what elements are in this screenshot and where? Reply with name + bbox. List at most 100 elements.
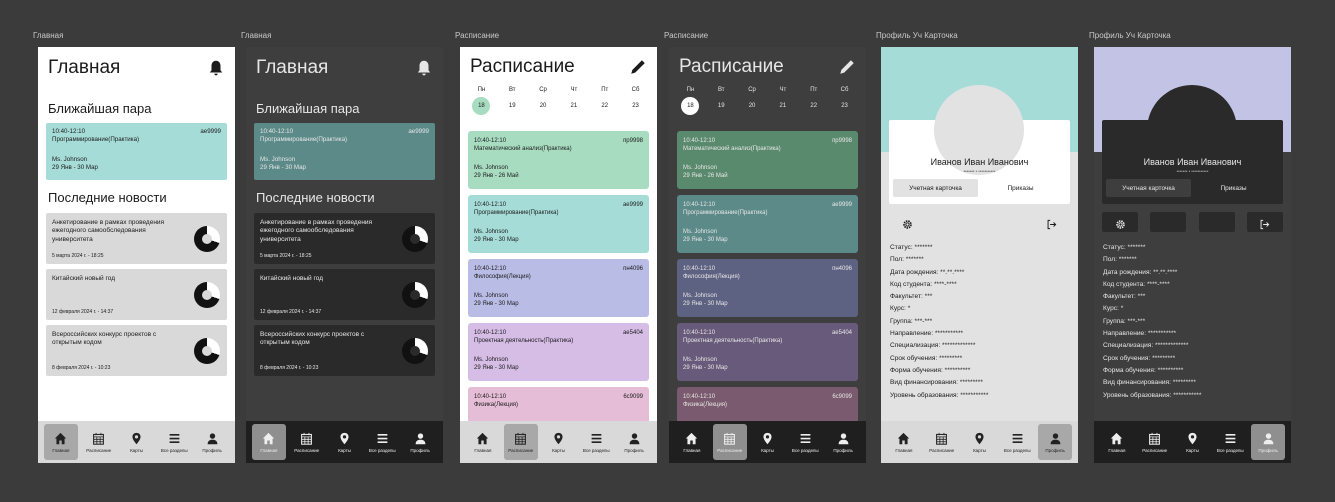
nav-schedule[interactable]: Расписание xyxy=(290,424,324,460)
section-title: Последние новости xyxy=(48,190,167,205)
nav-schedule[interactable]: Расписание xyxy=(712,424,747,460)
day-5[interactable]: Сб 23 xyxy=(834,87,856,115)
news-date: 8 февраля 2024 г. - 10:23 xyxy=(260,365,319,371)
news-date: 8 февраля 2024 г. - 10:23 xyxy=(52,365,111,371)
nav-profile[interactable]: Профиль xyxy=(1038,424,1073,460)
logout-button[interactable] xyxy=(1246,212,1283,232)
profile-screen-light: Иванов Иван Иванович ******* * **********… xyxy=(881,47,1078,463)
day-3[interactable]: Чт 21 xyxy=(772,87,794,115)
settings-button[interactable] xyxy=(1102,212,1138,232)
logout-button[interactable] xyxy=(1033,212,1070,232)
class-card[interactable]: 10:40-12:10 пн4096 Философия(Лекция) Ms. Jo… xyxy=(677,259,858,317)
nav-all-sections[interactable]: Все разделы xyxy=(788,424,822,460)
nav-label: Главная xyxy=(895,447,913,453)
class-card[interactable]: 10:40-12:10 пр9998 Математический анализ(П… xyxy=(468,131,649,189)
action-button[interactable] xyxy=(985,212,1022,232)
day-3[interactable]: Чт 21 xyxy=(563,87,585,115)
nav-schedule[interactable]: Расписание xyxy=(82,424,116,460)
nav-home[interactable]: Главная xyxy=(43,424,78,460)
nav-profile[interactable]: Профиль xyxy=(826,424,860,460)
tab-card[interactable]: Учетная карточка xyxy=(1106,179,1191,197)
action-button[interactable] xyxy=(937,212,974,232)
nav-all-sections[interactable]: Все разделы xyxy=(1000,424,1034,460)
day-4[interactable]: Пт 22 xyxy=(803,87,825,115)
class-card[interactable]: 10:40-12:10 пр9998 Математический анализ(П… xyxy=(677,131,858,189)
class-card[interactable]: 10:40-12:10 ae9999 Программирование(Практи… xyxy=(677,195,858,253)
nav-maps[interactable]: Карты xyxy=(119,424,153,460)
notifications-button[interactable] xyxy=(415,59,433,77)
edit-button[interactable] xyxy=(838,58,856,76)
nav-all-sections[interactable]: Все разделы xyxy=(157,424,191,460)
notifications-button[interactable] xyxy=(207,59,225,77)
nav-home[interactable]: Главная xyxy=(675,424,709,460)
nearest-class-card[interactable]: 10:40-12:10 ae9999 Программирование(Практи… xyxy=(254,123,435,180)
nav-profile[interactable]: Профиль xyxy=(403,424,437,460)
day-1[interactable]: Вт 19 xyxy=(501,87,523,115)
nav-schedule[interactable]: Расписание xyxy=(925,424,959,460)
day-name: Вт xyxy=(508,87,516,93)
tab-orders[interactable]: Приказы xyxy=(978,179,1063,197)
nav-maps[interactable]: Карты xyxy=(1175,424,1209,460)
news-image xyxy=(402,338,428,364)
news-item[interactable]: Анкетирование в рамках проведения ежегод… xyxy=(46,213,227,264)
profile-field: Срок обучения: ********* xyxy=(1103,354,1176,362)
class-card[interactable]: 10:40-12:10 ae5404 Проектная деятельность(… xyxy=(468,323,649,381)
user-icon xyxy=(1050,432,1060,444)
day-5[interactable]: Сб 23 xyxy=(625,87,647,115)
day-2[interactable]: Ср 20 xyxy=(741,87,763,115)
profile-field: Срок обучения: ********* xyxy=(890,354,963,362)
settings-button[interactable] xyxy=(889,212,925,232)
news-item[interactable]: Анкетирование в рамках проведения ежегод… xyxy=(254,213,435,264)
profile-subtitle: ******* * *********** xyxy=(963,169,996,174)
nearest-class-card[interactable]: 10:40-12:10 ae9999 Программирование(Практи… xyxy=(46,123,227,180)
menu-icon xyxy=(591,433,602,443)
day-2[interactable]: Ср 20 xyxy=(532,87,554,115)
news-item[interactable]: Всероссийских конкурс проектов с открыты… xyxy=(46,325,227,376)
nav-label: Все разделы xyxy=(1216,447,1244,453)
tab-card[interactable]: Учетная карточка xyxy=(893,179,978,197)
nav-home[interactable]: Главная xyxy=(887,424,921,460)
nav-profile[interactable]: Профиль xyxy=(617,424,651,460)
bell-icon xyxy=(417,60,431,76)
class-card[interactable]: 10:40-12:10 ae9999 Программирование(Практи… xyxy=(468,195,649,253)
action-button[interactable] xyxy=(1198,212,1235,232)
nav-home[interactable]: Главная xyxy=(466,424,500,460)
day-1[interactable]: Вт 19 xyxy=(710,87,732,115)
class-card[interactable]: 10:40-12:10 ae5404 Проектная деятельность(… xyxy=(677,323,858,381)
day-4[interactable]: Пт 22 xyxy=(594,87,616,115)
day-name: Вт xyxy=(717,87,725,93)
map-pin-icon xyxy=(554,432,563,444)
nav-maps[interactable]: Карты xyxy=(541,424,575,460)
news-item[interactable]: Всероссийских конкурс проектов с открыты… xyxy=(254,325,435,376)
nav-maps[interactable]: Карты xyxy=(962,424,996,460)
nav-label: Расписание xyxy=(294,447,320,453)
day-0[interactable]: Пн 18 xyxy=(470,87,492,115)
nav-home[interactable]: Главная xyxy=(1100,424,1134,460)
calendar-icon xyxy=(515,432,527,445)
class-card[interactable]: 10:40-12:10 пн4096 Философия(Лекция) Ms. Jo… xyxy=(468,259,649,317)
nav-maps[interactable]: Карты xyxy=(327,424,361,460)
nav-schedule[interactable]: Расписание xyxy=(1138,424,1172,460)
nav-label: Главная xyxy=(52,447,70,453)
class-subject: Математический анализ(Практика) xyxy=(683,146,781,153)
nav-label: Профиль xyxy=(833,447,853,453)
nav-all-sections[interactable]: Все разделы xyxy=(579,424,613,460)
tab-orders[interactable]: Приказы xyxy=(1191,179,1276,197)
nav-label: Профиль xyxy=(202,447,222,453)
nav-home[interactable]: Главная xyxy=(251,424,286,460)
nav-maps[interactable]: Карты xyxy=(750,424,784,460)
news-item[interactable]: Китайский новый год 12 февраля 2024 г. - … xyxy=(46,269,227,320)
nav-profile[interactable]: Профиль xyxy=(1251,424,1286,460)
nav-all-sections[interactable]: Все разделы xyxy=(365,424,399,460)
nav-schedule[interactable]: Расписание xyxy=(503,424,538,460)
menu-icon xyxy=(169,433,180,443)
news-item[interactable]: Китайский новый год 12 февраля 2024 г. - … xyxy=(254,269,435,320)
schedule-screen-dark: Расписание Пн 18 Вт 19 Ср 20 Чт 21 Пт 22 Сб 23 10:40-… xyxy=(669,47,866,463)
nav-all-sections[interactable]: Все разделы xyxy=(1213,424,1247,460)
action-button[interactable] xyxy=(1150,212,1187,232)
nav-profile[interactable]: Профиль xyxy=(195,424,229,460)
day-0[interactable]: Пн 18 xyxy=(679,87,701,115)
news-title: Всероссийских конкурс проектов с открыты… xyxy=(260,331,365,347)
news-date: 5 марта 2024 г. - 18:25 xyxy=(260,253,312,259)
edit-button[interactable] xyxy=(629,58,647,76)
